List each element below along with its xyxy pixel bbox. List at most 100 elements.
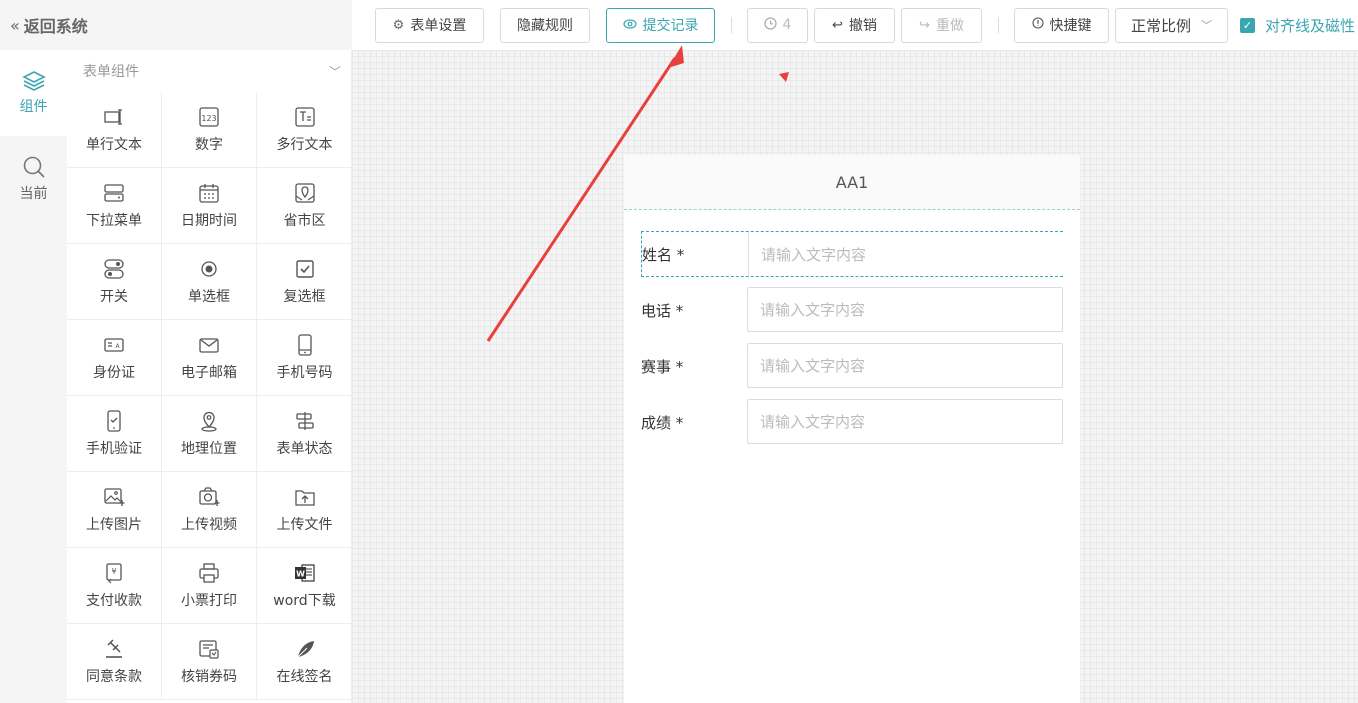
eye-icon	[622, 18, 637, 33]
redo-icon: ↪	[919, 17, 930, 33]
rail-current-label: 当前	[19, 186, 48, 202]
form-preview: AA1 姓名 * 请输入文字内容 电话 * 请输入文字内容 赛事 * 请输入文字…	[624, 155, 1080, 703]
feather-icon	[294, 638, 316, 660]
left-rail: 组件 当前	[0, 50, 67, 703]
text-input[interactable]: 请输入文字内容	[747, 343, 1063, 388]
component-multi-line-text[interactable]: 多行文本	[257, 92, 352, 168]
radio-icon	[198, 258, 220, 280]
panel-title: 表单组件	[83, 64, 139, 80]
component-label: 省市区	[283, 212, 326, 229]
text-input[interactable]: 请输入文字内容	[748, 232, 1064, 276]
component-word[interactable]: Wword下载	[257, 548, 352, 624]
form-settings-button[interactable]: ⚙ 表单设置	[375, 7, 484, 43]
component-mobile[interactable]: 手机号码	[257, 320, 352, 396]
toolbar-divider	[998, 17, 999, 33]
mobile-verify-icon	[103, 409, 125, 432]
email-icon	[198, 334, 220, 356]
form-field-row[interactable]: 赛事 * 请输入文字内容	[641, 343, 1063, 389]
checkbox-icon	[294, 258, 316, 280]
component-upload-image[interactable]: 上传图片	[67, 472, 162, 548]
hide-rules-button[interactable]: 隐藏规则	[500, 7, 590, 43]
toolbar: ⚙ 表单设置 隐藏规则 提交记录 4 ↩ 撤销 ↪ 重做 快捷键 正常比例 ﹀ …	[352, 0, 1358, 50]
component-map-region[interactable]: 省市区	[257, 168, 352, 244]
component-single-line-text[interactable]: 单行文本	[67, 92, 162, 168]
component-label: 下拉菜单	[86, 212, 142, 229]
component-label: 身份证	[93, 364, 135, 381]
calendar-icon	[198, 182, 220, 204]
component-upload-file[interactable]: 上传文件	[257, 472, 352, 548]
back-label: 返回系统	[23, 17, 88, 36]
component-payment[interactable]: ¥ 支付收款	[67, 548, 162, 624]
shortcuts-button[interactable]: 快捷键	[1014, 7, 1109, 43]
single-line-text-icon	[103, 106, 125, 128]
layers-icon	[21, 71, 46, 91]
text-input[interactable]: 请输入文字内容	[747, 399, 1063, 444]
component-grid: 单行文本 123 数字 多行文本下拉菜单 日期时间 省市区开关 单选框 复选框 A 身份证 电子邮箱…	[67, 92, 352, 700]
form-field-row[interactable]: 姓名 * 请输入文字内容	[641, 231, 1064, 277]
rail-item-current[interactable]: 当前	[0, 136, 67, 222]
gavel-icon	[103, 638, 125, 660]
field-label: 电话 *	[641, 301, 684, 320]
rail-item-components[interactable]: 组件	[0, 50, 67, 136]
component-label: 表单状态	[276, 440, 333, 457]
component-label: 手机验证	[86, 440, 142, 457]
component-location[interactable]: 地理位置	[162, 396, 257, 472]
component-label: 同意条款	[86, 668, 142, 685]
number-icon: 123	[198, 106, 220, 128]
panel-header[interactable]: 表单组件 ﹀	[67, 50, 351, 92]
multi-line-text-icon	[294, 106, 316, 128]
component-label: 单行文本	[86, 136, 142, 153]
align-snap-checkbox[interactable]: ✓ 对齐线及磁性	[1240, 15, 1355, 36]
field-label: 成绩 *	[641, 413, 684, 432]
component-printer[interactable]: 小票打印	[162, 548, 257, 624]
undo-icon: ↩	[832, 17, 843, 33]
redo-button[interactable]: ↪ 重做	[901, 7, 982, 43]
component-upload-video[interactable]: 上传视频	[162, 472, 257, 548]
component-label: 单选框	[188, 288, 230, 305]
component-mobile-verify[interactable]: 手机验证	[67, 396, 162, 472]
form-settings-label: 表单设置	[410, 18, 467, 34]
component-calendar[interactable]: 日期时间	[162, 168, 257, 244]
align-snap-label: 对齐线及磁性	[1265, 16, 1356, 35]
component-label: 日期时间	[181, 212, 237, 229]
svg-text:A: A	[115, 343, 120, 350]
upload-image-icon	[103, 486, 125, 508]
location-icon	[198, 410, 220, 432]
component-label: 手机号码	[276, 364, 333, 381]
component-form-status[interactable]: 表单状态	[257, 396, 352, 472]
clock-icon	[763, 16, 777, 34]
form-field-row[interactable]: 电话 * 请输入文字内容	[641, 287, 1063, 333]
search-icon	[23, 156, 45, 178]
component-switch[interactable]: 开关	[67, 244, 162, 320]
component-radio[interactable]: 单选框	[162, 244, 257, 320]
component-gavel[interactable]: 同意条款	[67, 624, 162, 700]
component-label: 上传视频	[181, 516, 237, 533]
hide-rules-label: 隐藏规则	[517, 18, 573, 34]
component-id-card[interactable]: A 身份证	[67, 320, 162, 396]
redo-label: 重做	[935, 18, 964, 34]
undo-button[interactable]: ↩ 撤销	[814, 7, 895, 43]
component-label: 开关	[100, 288, 128, 305]
component-feather[interactable]: 在线签名	[257, 624, 352, 700]
gear-icon: ⚙	[392, 17, 405, 33]
component-coupon[interactable]: 核销券码	[162, 624, 257, 700]
back-to-system-link[interactable]: « 返回系统	[0, 0, 352, 50]
component-number[interactable]: 123 数字	[162, 92, 257, 168]
component-label: 数字	[195, 136, 223, 153]
form-title[interactable]: AA1	[624, 155, 1080, 210]
shortcuts-label: 快捷键	[1049, 18, 1092, 34]
rail-components-label: 组件	[19, 99, 48, 115]
zoom-select[interactable]: 正常比例 ﹀	[1115, 7, 1228, 43]
component-email[interactable]: 电子邮箱	[162, 320, 257, 396]
design-canvas[interactable]: AA1 姓名 * 请输入文字内容 电话 * 请输入文字内容 赛事 * 请输入文字…	[352, 50, 1358, 703]
coupon-icon	[198, 638, 220, 660]
zoom-value: 正常比例	[1130, 16, 1191, 35]
double-chevron-left-icon: «	[10, 15, 20, 35]
history-button[interactable]: 4	[747, 7, 808, 43]
component-checkbox[interactable]: 复选框	[257, 244, 352, 320]
submit-records-button[interactable]: 提交记录	[606, 7, 715, 43]
text-input[interactable]: 请输入文字内容	[747, 287, 1063, 332]
component-dropdown[interactable]: 下拉菜单	[67, 168, 162, 244]
id-card-icon: A	[103, 334, 125, 356]
form-field-row[interactable]: 成绩 * 请输入文字内容	[641, 399, 1063, 445]
